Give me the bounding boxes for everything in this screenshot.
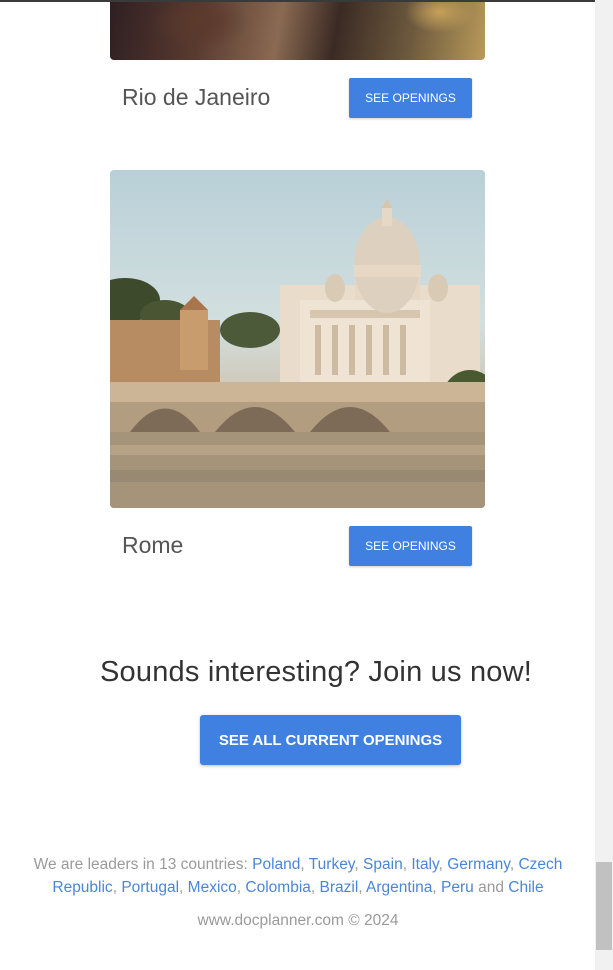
country-link-brazil[interactable]: Brazil [320,879,359,896]
rio-de-janeiro-photo [110,2,485,60]
and-word: and [478,879,504,896]
country-link-peru[interactable]: Peru [441,879,474,896]
rome-photo [110,170,485,508]
country-link-mexico[interactable]: Mexico [188,879,237,896]
see-openings-rome-button[interactable]: SEE OPENINGS [349,526,472,566]
country-link-spain[interactable]: Spain [363,856,403,873]
country-link-poland[interactable]: Poland [252,856,300,873]
see-all-openings-button[interactable]: SEE ALL CURRENT OPENINGS [200,715,461,765]
country-link-turkey[interactable]: Turkey [309,856,355,873]
country-link-germany[interactable]: Germany [447,856,510,873]
city-name-rio: Rio de Janeiro [122,84,271,110]
country-link-italy[interactable]: Italy [411,856,438,873]
country-link-argentina[interactable]: Argentina [366,879,432,896]
country-link-portugal[interactable]: Portugal [121,879,179,896]
country-link-chile[interactable]: Chile [508,879,543,896]
cta-title: Sounds interesting? Join us now! [100,656,532,688]
countries-intro: We are leaders in 13 countries: [33,856,248,873]
see-openings-rio-button[interactable]: SEE OPENINGS [349,78,472,118]
country-link-colombia[interactable]: Colombia [245,879,310,896]
footer-countries: We are leaders in 13 countries: Poland, … [33,856,563,896]
scrollbar-track[interactable] [595,0,613,970]
city-name-rome: Rome [122,532,184,558]
copyright: www.docplanner.com © 2024 [197,912,399,929]
scrollbar-thumb[interactable] [596,862,612,950]
